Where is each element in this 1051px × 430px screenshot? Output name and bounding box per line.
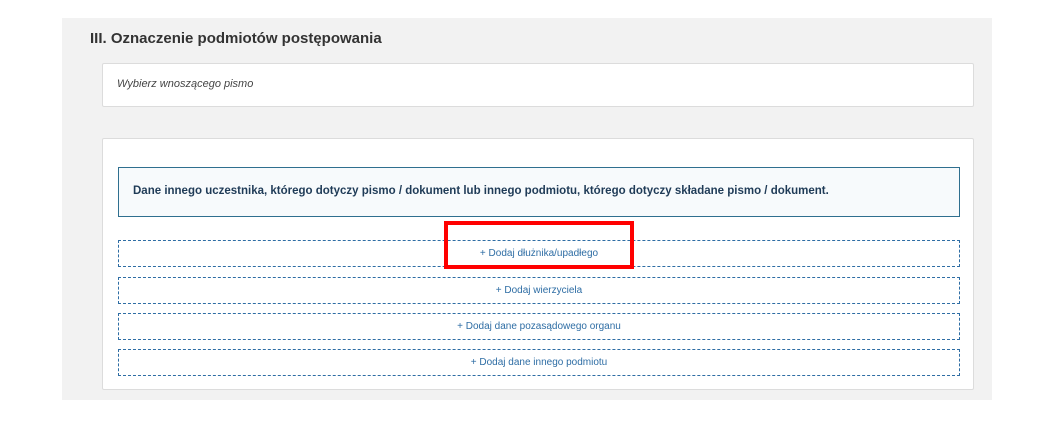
section-title: III. Oznaczenie podmiotów postępowania	[90, 30, 382, 47]
filer-select[interactable]: Wybierz wnoszącego pismo	[102, 63, 974, 107]
participants-info-text: Dane innego uczestnika, którego dotyczy …	[133, 185, 829, 197]
participants-info-box: Dane innego uczestnika, którego dotyczy …	[118, 167, 960, 217]
filer-select-placeholder: Wybierz wnoszącego pismo	[117, 78, 254, 90]
add-other-entity-button[interactable]: + Dodaj dane innego podmiotu	[118, 349, 960, 376]
add-extrajudicial-body-button[interactable]: + Dodaj dane pozasądowego organu	[118, 313, 960, 340]
add-creditor-button[interactable]: + Dodaj wierzyciela	[118, 277, 960, 304]
form-section-panel: III. Oznaczenie podmiotów postępowania W…	[62, 18, 992, 400]
add-debtor-button[interactable]: + Dodaj dłużnika/upadłego	[118, 240, 960, 267]
participants-card: Dane innego uczestnika, którego dotyczy …	[102, 138, 974, 390]
